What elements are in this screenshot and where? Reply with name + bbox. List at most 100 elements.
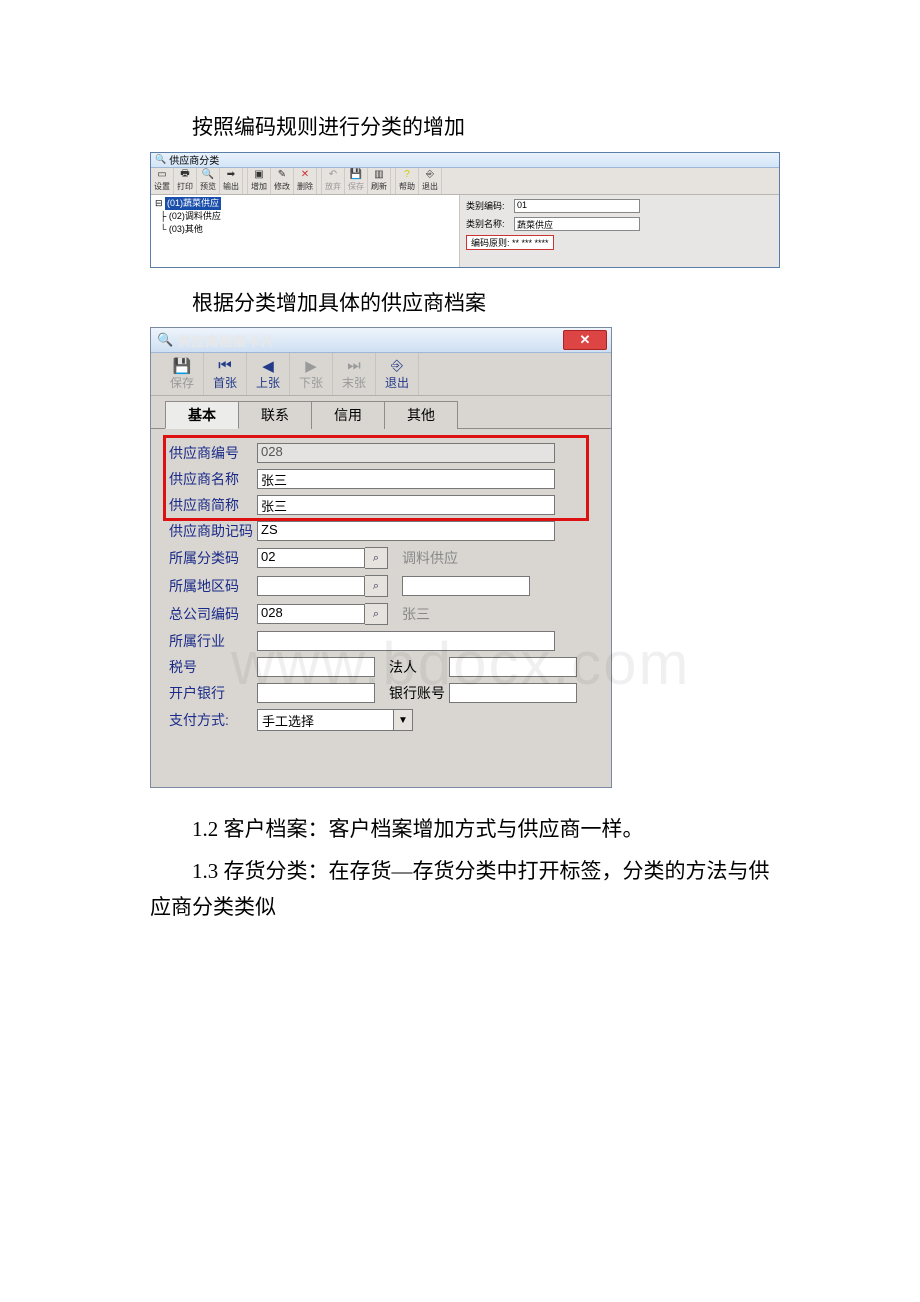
tab-basic[interactable]: 基本 [165, 401, 239, 429]
region-code-input[interactable] [257, 576, 365, 596]
tree-item[interactable]: ├ (02)调料供应 [155, 210, 455, 223]
category-name-display: 调料供应 [402, 548, 462, 568]
exit-icon: ⎆ [391, 358, 403, 374]
print-button[interactable]: 🖶打印 [174, 168, 197, 194]
prev-button[interactable]: ◀上张 [247, 353, 290, 395]
lookup-icon: ⌕ [373, 552, 379, 565]
lookup-button[interactable]: ⌕ [365, 575, 388, 597]
lookup-button[interactable]: ⌕ [365, 603, 388, 625]
output-button[interactable]: ➡输出 [220, 168, 243, 194]
category-code-input[interactable]: 01 [514, 199, 640, 213]
save-button: 💾保存 [161, 353, 204, 395]
tab-bar: 基本 联系 信用 其他 [151, 396, 611, 429]
window-title: 供应商分类 [169, 152, 219, 167]
lookup-button[interactable]: ⌕ [365, 547, 388, 569]
undo-icon: ↶ [327, 169, 339, 181]
tab-contact[interactable]: 联系 [238, 401, 312, 429]
help-icon: ? [401, 169, 413, 181]
setup-button[interactable]: ▭设置 [151, 168, 174, 194]
modify-button[interactable]: ✎修改 [271, 168, 294, 194]
prev-icon: ◀ [262, 358, 274, 374]
pay-method-value: 手工选择 [262, 711, 314, 730]
hq-code-label: 总公司编码 [169, 604, 257, 624]
exit-icon: ⎆ [424, 169, 436, 181]
save-button: 💾保存 [345, 168, 368, 194]
tax-no-input[interactable] [257, 657, 375, 677]
close-button[interactable]: ✕ [563, 330, 607, 350]
first-icon: ⏮ [218, 358, 232, 374]
refresh-button[interactable]: ▥刷新 [368, 168, 391, 194]
supplier-short-label: 供应商简称 [169, 495, 257, 515]
industry-label: 所属行业 [169, 631, 257, 651]
next-button: ▶下张 [290, 353, 333, 395]
category-code-label: 所属分类码 [169, 548, 257, 568]
tab-credit[interactable]: 信用 [311, 401, 385, 429]
region-code-label: 所属地区码 [169, 576, 257, 596]
exit-button[interactable]: ⎆退出 [419, 168, 442, 194]
industry-input[interactable] [257, 631, 555, 651]
doc-paragraph: 1.2 客户档案：客户档案增加方式与供应商一样。 [150, 812, 770, 848]
category-code-input[interactable]: 02 [257, 548, 365, 568]
last-icon: ⏭ [347, 358, 361, 374]
bank-label: 开户银行 [169, 683, 257, 703]
export-icon: ➡ [225, 169, 237, 181]
supplier-mnemonic-input[interactable]: ZS [257, 521, 555, 541]
preview-button[interactable]: 🔍预览 [197, 168, 220, 194]
abort-button: ↶放弃 [322, 168, 345, 194]
delete-icon: ✕ [299, 169, 311, 181]
bank-account-input[interactable] [449, 683, 577, 703]
supplier-name-label: 供应商名称 [169, 469, 257, 489]
category-form: 类别编码: 01 类别名称: 蔬菜供应 编码原则: ** *** **** [460, 195, 779, 267]
next-icon: ▶ [305, 358, 317, 374]
first-button[interactable]: ⏮首张 [204, 353, 247, 395]
doc-heading-2: 根据分类增加具体的供应商档案 [150, 286, 770, 322]
hq-name-display: 张三 [402, 604, 462, 624]
encoding-rule: 编码原则: ** *** **** [466, 235, 554, 250]
supplier-form: www.bdocx.com 供应商编号 028 供应商名称 张三 供应商简称 张… [151, 429, 611, 787]
pay-method-label: 支付方式: [169, 710, 257, 730]
supplier-name-input[interactable]: 张三 [257, 469, 555, 489]
region-name-input[interactable] [402, 576, 530, 596]
tree-item[interactable]: └ (03)其他 [155, 223, 455, 236]
magnifier-icon: 🔍 [155, 154, 166, 165]
category-tree[interactable]: ⊟ (01)蔬菜供应 ├ (02)调料供应 └ (03)其他 [151, 195, 460, 267]
help-button[interactable]: ?帮助 [396, 168, 419, 194]
doc-heading-1: 按照编码规则进行分类的增加 [150, 110, 770, 146]
window-title: 供应商档案卡片 [177, 331, 275, 350]
supplier-category-window: 🔍 供应商分类 ▭设置 🖶打印 🔍预览 ➡输出 ▣增加 ✎修改 ✕删除 ↶放弃 … [150, 152, 780, 268]
edit-icon: ✎ [276, 169, 288, 181]
save-icon: 💾 [350, 169, 362, 181]
magnifier-icon: 🔍 [157, 332, 173, 348]
bank-input[interactable] [257, 683, 375, 703]
add-icon: ▣ [253, 169, 265, 181]
hq-code-input[interactable]: 028 [257, 604, 365, 624]
save-icon: 💾 [173, 358, 192, 374]
lookup-icon: ⌕ [373, 580, 379, 593]
add-button[interactable]: ▣增加 [248, 168, 271, 194]
supplier-no-input: 028 [257, 443, 555, 463]
bank-account-label: 银行账号 [389, 683, 449, 703]
category-name-input[interactable]: 蔬菜供应 [514, 217, 640, 231]
tree-item-selected[interactable]: (01)蔬菜供应 [165, 197, 221, 210]
lookup-icon: ⌕ [373, 608, 379, 621]
tab-other[interactable]: 其他 [384, 401, 458, 429]
page-icon: ▭ [156, 169, 168, 181]
toolbar: ▭设置 🖶打印 🔍预览 ➡输出 ▣增加 ✎修改 ✕删除 ↶放弃 💾保存 ▥刷新 … [151, 168, 779, 195]
category-name-label: 类别名称: [466, 217, 514, 230]
pay-method-select[interactable]: 手工选择 ▼ [257, 709, 413, 731]
last-button: ⏭末张 [333, 353, 376, 395]
delete-button[interactable]: ✕删除 [294, 168, 317, 194]
supplier-no-label: 供应商编号 [169, 443, 257, 463]
exit-button[interactable]: ⎆退出 [376, 353, 419, 395]
doc-paragraph: 1.3 存货分类：在存货—存货分类中打开标签，分类的方法与供应商分类类似 [150, 854, 770, 925]
legal-person-input[interactable] [449, 657, 577, 677]
refresh-icon: ▥ [373, 169, 385, 181]
preview-icon: 🔍 [202, 169, 214, 181]
printer-icon: 🖶 [179, 169, 191, 181]
toolbar: 💾保存 ⏮首张 ◀上张 ▶下张 ⏭末张 ⎆退出 [151, 353, 611, 396]
category-code-label: 类别编码: [466, 199, 514, 212]
tax-no-label: 税号 [169, 657, 257, 677]
supplier-short-input[interactable]: 张三 [257, 495, 555, 515]
legal-person-label: 法人 [389, 657, 449, 677]
window-titlebar: 🔍 供应商分类 [151, 153, 779, 168]
